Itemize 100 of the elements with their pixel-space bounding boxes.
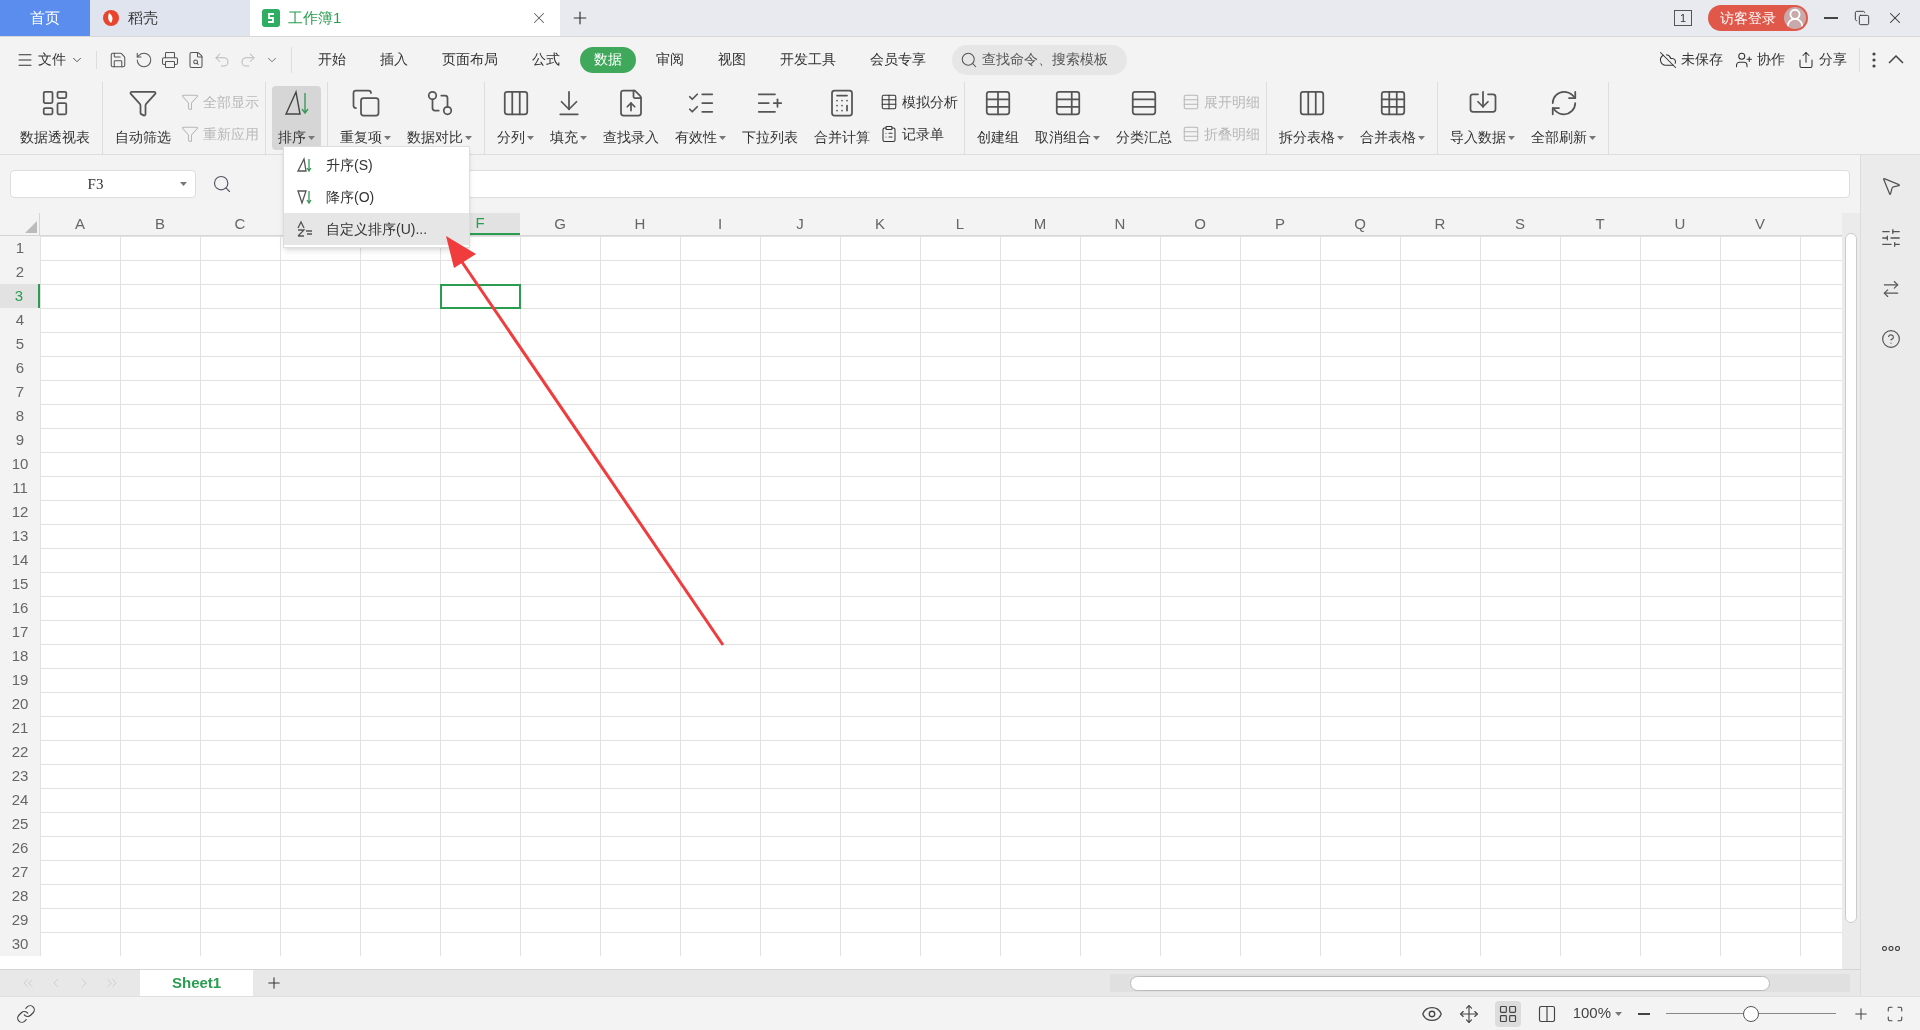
- horizontal-scrollbar[interactable]: [1110, 974, 1850, 992]
- row-header[interactable]: 3: [0, 284, 40, 308]
- row-header[interactable]: 4: [0, 308, 40, 332]
- menu-item[interactable]: 自定义排序(U)...: [284, 213, 469, 245]
- row-header[interactable]: 5: [0, 332, 40, 356]
- ribbon-button[interactable]: 自动筛选: [109, 86, 177, 150]
- column-header[interactable]: L: [920, 213, 1000, 235]
- column-header[interactable]: T: [1560, 213, 1640, 235]
- window-count-badge[interactable]: 1: [1673, 10, 1692, 26]
- row-header[interactable]: 14: [0, 548, 40, 572]
- sheet-tab[interactable]: Sheet1: [140, 970, 254, 996]
- row-header[interactable]: 16: [0, 596, 40, 620]
- zoom-level-dropdown[interactable]: 100%: [1572, 1002, 1622, 1025]
- column-header[interactable]: U: [1640, 213, 1720, 235]
- column-header[interactable]: K: [840, 213, 920, 235]
- row-header[interactable]: 18: [0, 644, 40, 668]
- ribbon-button[interactable]: 合并表格: [1354, 86, 1431, 150]
- toolbar-action[interactable]: 协作: [1735, 49, 1785, 70]
- row-header[interactable]: 30: [0, 932, 40, 956]
- row-header[interactable]: 11: [0, 476, 40, 500]
- ribbon-tab[interactable]: 开始: [304, 46, 360, 73]
- ribbon-tab[interactable]: 数据: [580, 46, 636, 73]
- row-header[interactable]: 20: [0, 692, 40, 716]
- row-header[interactable]: 22: [0, 740, 40, 764]
- document-tab[interactable]: 首页: [0, 0, 90, 36]
- selected-cell[interactable]: [440, 284, 521, 309]
- ribbon-button[interactable]: 导入数据: [1444, 86, 1521, 150]
- row-header[interactable]: 21: [0, 716, 40, 740]
- column-header[interactable]: P: [1240, 213, 1320, 235]
- row-header[interactable]: 29: [0, 908, 40, 932]
- ribbon-button[interactable]: 全部刷新: [1525, 86, 1602, 150]
- row-header[interactable]: 7: [0, 380, 40, 404]
- ribbon-button[interactable]: 分列: [491, 86, 540, 150]
- column-header[interactable]: G: [520, 213, 600, 235]
- row-header[interactable]: 15: [0, 572, 40, 596]
- file-menu[interactable]: 文件: [16, 49, 84, 70]
- column-header[interactable]: J: [760, 213, 840, 235]
- ribbon-tab[interactable]: 开发工具: [766, 46, 850, 73]
- row-header[interactable]: 8: [0, 404, 40, 428]
- ribbon-button[interactable]: 分类汇总: [1110, 86, 1178, 150]
- ribbon-button[interactable]: 创建组: [971, 86, 1025, 150]
- row-header[interactable]: 23: [0, 764, 40, 788]
- column-header[interactable]: C: [200, 213, 280, 235]
- row-header[interactable]: 28: [0, 884, 40, 908]
- ribbon-tab[interactable]: 插入: [366, 46, 422, 73]
- column-header[interactable]: V: [1720, 213, 1800, 235]
- ribbon-small-button[interactable]: 模拟分析: [880, 91, 958, 113]
- row-header[interactable]: 26: [0, 836, 40, 860]
- row-header[interactable]: 25: [0, 812, 40, 836]
- ribbon-button[interactable]: 数据透视表: [14, 86, 96, 150]
- column-header[interactable]: S: [1480, 213, 1560, 235]
- ribbon-button[interactable]: 有效性: [669, 86, 732, 150]
- ribbon-button[interactable]: 拆分表格: [1273, 86, 1350, 150]
- row-header[interactable]: 17: [0, 620, 40, 644]
- ribbon-tab[interactable]: 视图: [704, 46, 760, 73]
- row-header[interactable]: 9: [0, 428, 40, 452]
- menu-item[interactable]: 升序(S): [284, 149, 469, 181]
- row-header[interactable]: 27: [0, 860, 40, 884]
- document-tab[interactable]: 工作簿1: [250, 0, 560, 36]
- slider-thumb[interactable]: [1743, 1005, 1759, 1022]
- row-header[interactable]: 12: [0, 500, 40, 524]
- column-header[interactable]: M: [1000, 213, 1080, 235]
- row-header[interactable]: 1: [0, 236, 40, 260]
- ribbon-button[interactable]: 取消组合: [1029, 86, 1106, 150]
- command-search-field[interactable]: 查找命令、搜索模板: [952, 44, 1127, 75]
- ribbon-tab[interactable]: 审阅: [642, 46, 698, 73]
- ribbon-button[interactable]: 填充: [544, 86, 593, 150]
- document-tab[interactable]: 稻壳: [90, 0, 250, 36]
- ribbon-tab[interactable]: 页面布局: [428, 46, 512, 73]
- zoom-slider[interactable]: [1666, 1005, 1836, 1022]
- row-header[interactable]: 2: [0, 260, 40, 284]
- row-header[interactable]: 19: [0, 668, 40, 692]
- ribbon-button[interactable]: 数据对比: [401, 86, 478, 150]
- column-header[interactable]: R: [1400, 213, 1480, 235]
- column-header[interactable]: I: [680, 213, 760, 235]
- column-header[interactable]: O: [1160, 213, 1240, 235]
- row-header[interactable]: 6: [0, 356, 40, 380]
- column-header[interactable]: H: [600, 213, 680, 235]
- guest-login-button[interactable]: 访客登录: [1708, 5, 1808, 31]
- column-header[interactable]: Q: [1320, 213, 1400, 235]
- ribbon-button[interactable]: 重复项: [334, 86, 397, 150]
- ribbon-tab[interactable]: 会员专享: [856, 46, 940, 73]
- ribbon-tab[interactable]: 公式: [518, 46, 574, 73]
- column-header[interactable]: B: [120, 213, 200, 235]
- name-box[interactable]: F3: [10, 170, 196, 198]
- row-header[interactable]: 13: [0, 524, 40, 548]
- table-icon: [880, 93, 898, 111]
- row-header[interactable]: 10: [0, 452, 40, 476]
- vertical-scrollbar[interactable]: [1842, 213, 1860, 969]
- ribbon-button[interactable]: 排序: [272, 86, 321, 150]
- column-header[interactable]: A: [40, 213, 120, 235]
- toolbar-action[interactable]: 未保存: [1659, 49, 1723, 70]
- toolbar-action[interactable]: 分享: [1797, 49, 1847, 70]
- ribbon-button[interactable]: 合并计算: [808, 86, 876, 150]
- column-header[interactable]: N: [1080, 213, 1160, 235]
- row-header[interactable]: 24: [0, 788, 40, 812]
- menu-item[interactable]: 降序(O): [284, 181, 469, 213]
- ribbon-small-button[interactable]: 记录单: [880, 123, 958, 145]
- ribbon-button[interactable]: 下拉列表: [736, 86, 804, 150]
- ribbon-button[interactable]: 查找录入: [597, 86, 665, 150]
